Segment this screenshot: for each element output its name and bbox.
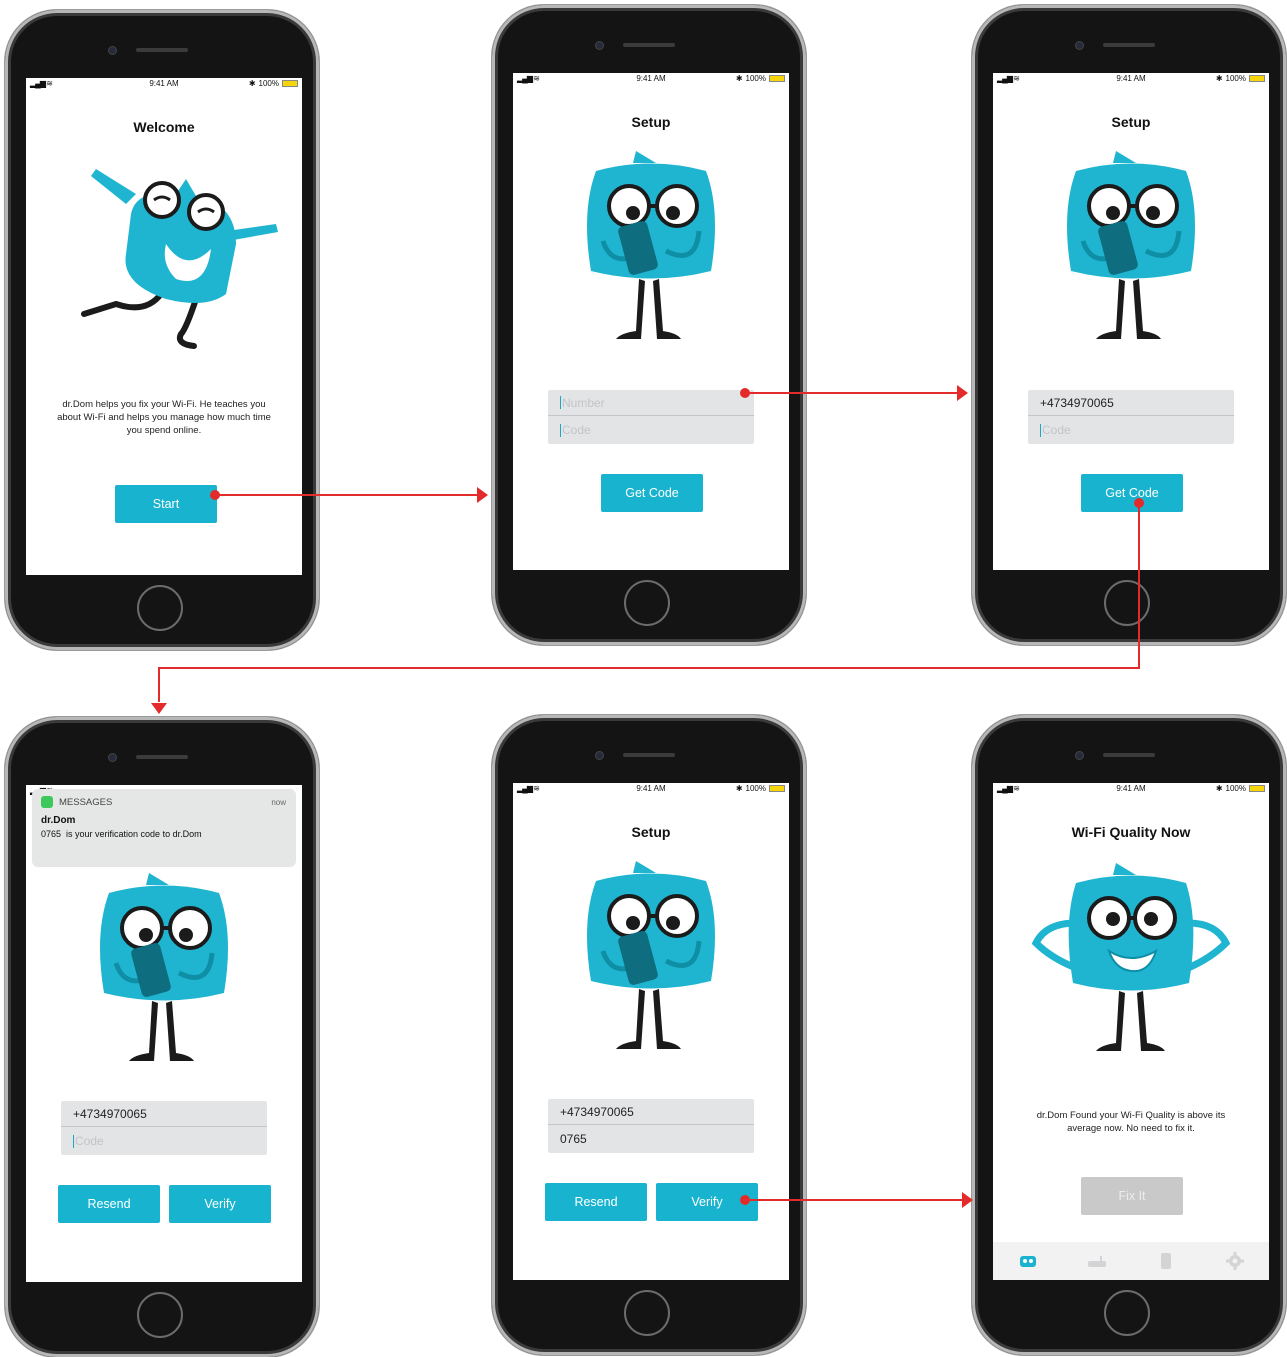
resend-button[interactable]: Resend: [58, 1185, 160, 1223]
gear-icon[interactable]: [1225, 1251, 1245, 1271]
screen: ▂▄▆ ≋ MESSAGES now dr.Dom 0765 is your v…: [26, 785, 302, 1282]
get-code-button[interactable]: Get Code: [1081, 474, 1183, 512]
battery-percent: 100%: [258, 79, 279, 88]
phone-form: +4734970065 Code: [61, 1101, 267, 1155]
battery-percent: 100%: [745, 784, 766, 793]
home-button[interactable]: [137, 1292, 183, 1338]
page-title: Wi-Fi Quality Now: [1071, 824, 1191, 840]
status-bar: ▂▄▆ ≋ 9:41 AM ✱ 100%: [513, 783, 789, 795]
number-input[interactable]: Number: [548, 390, 754, 416]
start-button[interactable]: Start: [115, 485, 217, 523]
bluetooth-icon: ✱: [1215, 784, 1223, 793]
code-input[interactable]: Code: [548, 417, 754, 443]
phone-welcome: ▂▄▆ ≋ 9:41 AM ✱ 100% Welcome dr.Dom helps…: [5, 10, 319, 650]
notification-sender: dr.Dom: [41, 815, 76, 826]
camera: [109, 47, 116, 54]
number-input[interactable]: +4734970065: [61, 1101, 267, 1127]
number-input[interactable]: +4734970065: [1028, 390, 1234, 416]
camera: [1076, 752, 1083, 759]
mascot-dancing-illustration: [81, 169, 278, 349]
bluetooth-icon: ✱: [735, 784, 743, 793]
speaker: [136, 48, 188, 52]
tab-bar: [993, 1242, 1269, 1280]
home-button[interactable]: [624, 1290, 670, 1336]
speaker: [1103, 43, 1155, 47]
home-button[interactable]: [624, 580, 670, 626]
screen: ▂▄▆ ≋ 9:41 AM ✱ 100% Setup +4734970065 Co…: [993, 73, 1269, 570]
camera: [596, 42, 603, 49]
mascot-phone-illustration: [1067, 151, 1195, 339]
battery-percent: 100%: [745, 74, 766, 83]
battery: ✱ 100%: [1216, 74, 1265, 83]
mascot-phone-illustration: [587, 151, 715, 339]
welcome-description: dr.Dom helps you fix your Wi-Fi. He teac…: [57, 399, 271, 436]
battery-percent: 100%: [1225, 784, 1246, 793]
number-input[interactable]: +4734970065: [548, 1099, 754, 1125]
resend-button[interactable]: Resend: [545, 1183, 647, 1221]
mascot-phone-illustration: [587, 861, 715, 1049]
battery-icon: [769, 785, 785, 792]
screen: ▂▄▆ ≋ 9:41 AM ✱ 100% Wi-Fi Quality Now dr…: [993, 783, 1269, 1280]
phone-setup-number: ▂▄▆ ≋ 9:41 AM ✱ 100% Setup +4734970065 Co…: [972, 5, 1286, 645]
battery-icon: [1249, 785, 1265, 792]
code-input[interactable]: Code: [61, 1128, 267, 1154]
verify-button[interactable]: Verify: [169, 1185, 271, 1223]
speaker: [623, 753, 675, 757]
battery-icon: [1249, 75, 1265, 82]
code-input[interactable]: Code: [1028, 417, 1234, 443]
screen: ▂▄▆ ≋ 9:41 AM ✱ 100% Welcome dr.Dom helps…: [26, 78, 302, 575]
page-title: Setup: [1111, 114, 1151, 130]
status-bar: ▂▄▆ ≋ 9:41 AM ✱ 100%: [513, 73, 789, 85]
battery: ✱ 100%: [1216, 784, 1265, 793]
mascot-icon[interactable]: [1018, 1251, 1038, 1271]
home-button[interactable]: [1104, 1290, 1150, 1336]
battery-icon: [282, 80, 298, 87]
code-input[interactable]: 0765: [548, 1126, 754, 1152]
quality-description: dr.Dom Found your Wi-Fi Quality is above…: [1036, 1110, 1226, 1134]
bluetooth-icon: ✱: [735, 74, 743, 83]
phone-form: +4734970065 Code: [1028, 390, 1234, 444]
page-title: Welcome: [133, 119, 195, 135]
router-icon[interactable]: [1087, 1251, 1107, 1271]
phone-form: +4734970065 0765: [548, 1099, 754, 1153]
verify-button[interactable]: Verify: [656, 1183, 758, 1221]
battery-percent: 100%: [1225, 74, 1246, 83]
speaker: [623, 43, 675, 47]
notification-message: 0765 is your verification code to dr.Dom: [41, 829, 202, 839]
battery: ✱ 100%: [736, 784, 785, 793]
screen: ▂▄▆ ≋ 9:41 AM ✱ 100% Setup Number Code Ge…: [513, 73, 789, 570]
camera: [596, 752, 603, 759]
speaker: [1103, 753, 1155, 757]
bluetooth-icon: ✱: [248, 79, 256, 88]
phone-icon[interactable]: [1156, 1251, 1176, 1271]
notification-time: now: [271, 798, 286, 807]
status-bar: ▂▄▆ ≋ 9:41 AM ✱ 100%: [26, 78, 302, 90]
fix-it-button[interactable]: Fix It: [1081, 1177, 1183, 1215]
message-notification[interactable]: MESSAGES now dr.Dom 0765 is your verific…: [32, 789, 296, 867]
camera: [109, 754, 116, 761]
battery: ✱ 100%: [249, 79, 298, 88]
status-bar: ▂▄▆ ≋ 9:41 AM ✱ 100%: [993, 73, 1269, 85]
phone-quality: ▂▄▆ ≋ 9:41 AM ✱ 100% Wi-Fi Quality Now dr…: [972, 715, 1286, 1355]
page-title: Setup: [631, 824, 671, 840]
messages-app-icon: [41, 796, 53, 808]
notification-app-name: MESSAGES: [59, 797, 113, 808]
bluetooth-icon: ✱: [1215, 74, 1223, 83]
phone-setup-code: ▂▄▆ ≋ 9:41 AM ✱ 100% Setup +4734970065 07…: [492, 715, 806, 1355]
camera: [1076, 42, 1083, 49]
mascot-happy-illustration: [1031, 863, 1231, 1051]
get-code-button[interactable]: Get Code: [601, 474, 703, 512]
home-button[interactable]: [1104, 580, 1150, 626]
phone-setup-message: ▂▄▆ ≋ MESSAGES now dr.Dom 0765 is your v…: [5, 717, 319, 1357]
status-bar: ▂▄▆ ≋ 9:41 AM ✱ 100%: [993, 783, 1269, 795]
speaker: [136, 755, 188, 759]
mascot-phone-illustration: [100, 873, 228, 1061]
battery: ✱ 100%: [736, 74, 785, 83]
phone-form: Number Code: [548, 390, 754, 444]
screen: ▂▄▆ ≋ 9:41 AM ✱ 100% Setup +4734970065 07…: [513, 783, 789, 1280]
page-title: Setup: [631, 114, 671, 130]
home-button[interactable]: [137, 585, 183, 631]
battery-icon: [769, 75, 785, 82]
phone-setup-empty: ▂▄▆ ≋ 9:41 AM ✱ 100% Setup Number Code Ge…: [492, 5, 806, 645]
